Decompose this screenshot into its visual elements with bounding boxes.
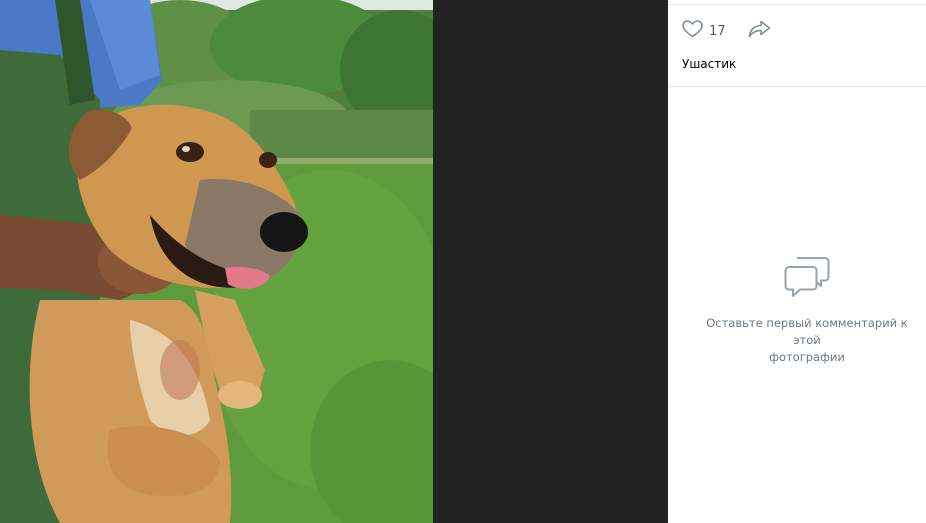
empty-comments-line1: Оставьте первый комментарий к этой <box>706 316 908 347</box>
photo-side-panel: 17 Ушастик Оставьте первый комментарий к… <box>668 0 926 523</box>
share-button[interactable] <box>748 20 771 42</box>
empty-comments-line2: фотографии <box>769 350 845 364</box>
dog-photo[interactable] <box>0 0 433 523</box>
empty-comments-text: Оставьте первый комментарий к этой фотог… <box>692 315 922 366</box>
section-divider <box>668 86 926 87</box>
empty-comments-placeholder: Оставьте первый комментарий к этой фотог… <box>692 255 922 366</box>
heart-icon <box>682 20 703 42</box>
album-name[interactable]: Ушастик <box>682 57 736 71</box>
photo-actions: 17 <box>682 20 771 42</box>
like-button[interactable]: 17 <box>682 20 726 42</box>
top-divider <box>668 4 926 5</box>
photo-pane[interactable] <box>0 0 668 523</box>
share-arrow-icon <box>748 20 771 42</box>
like-count: 17 <box>709 23 726 39</box>
comments-icon <box>783 257 831 303</box>
photo-viewer: 17 Ушастик Оставьте первый комментарий к… <box>0 0 926 523</box>
